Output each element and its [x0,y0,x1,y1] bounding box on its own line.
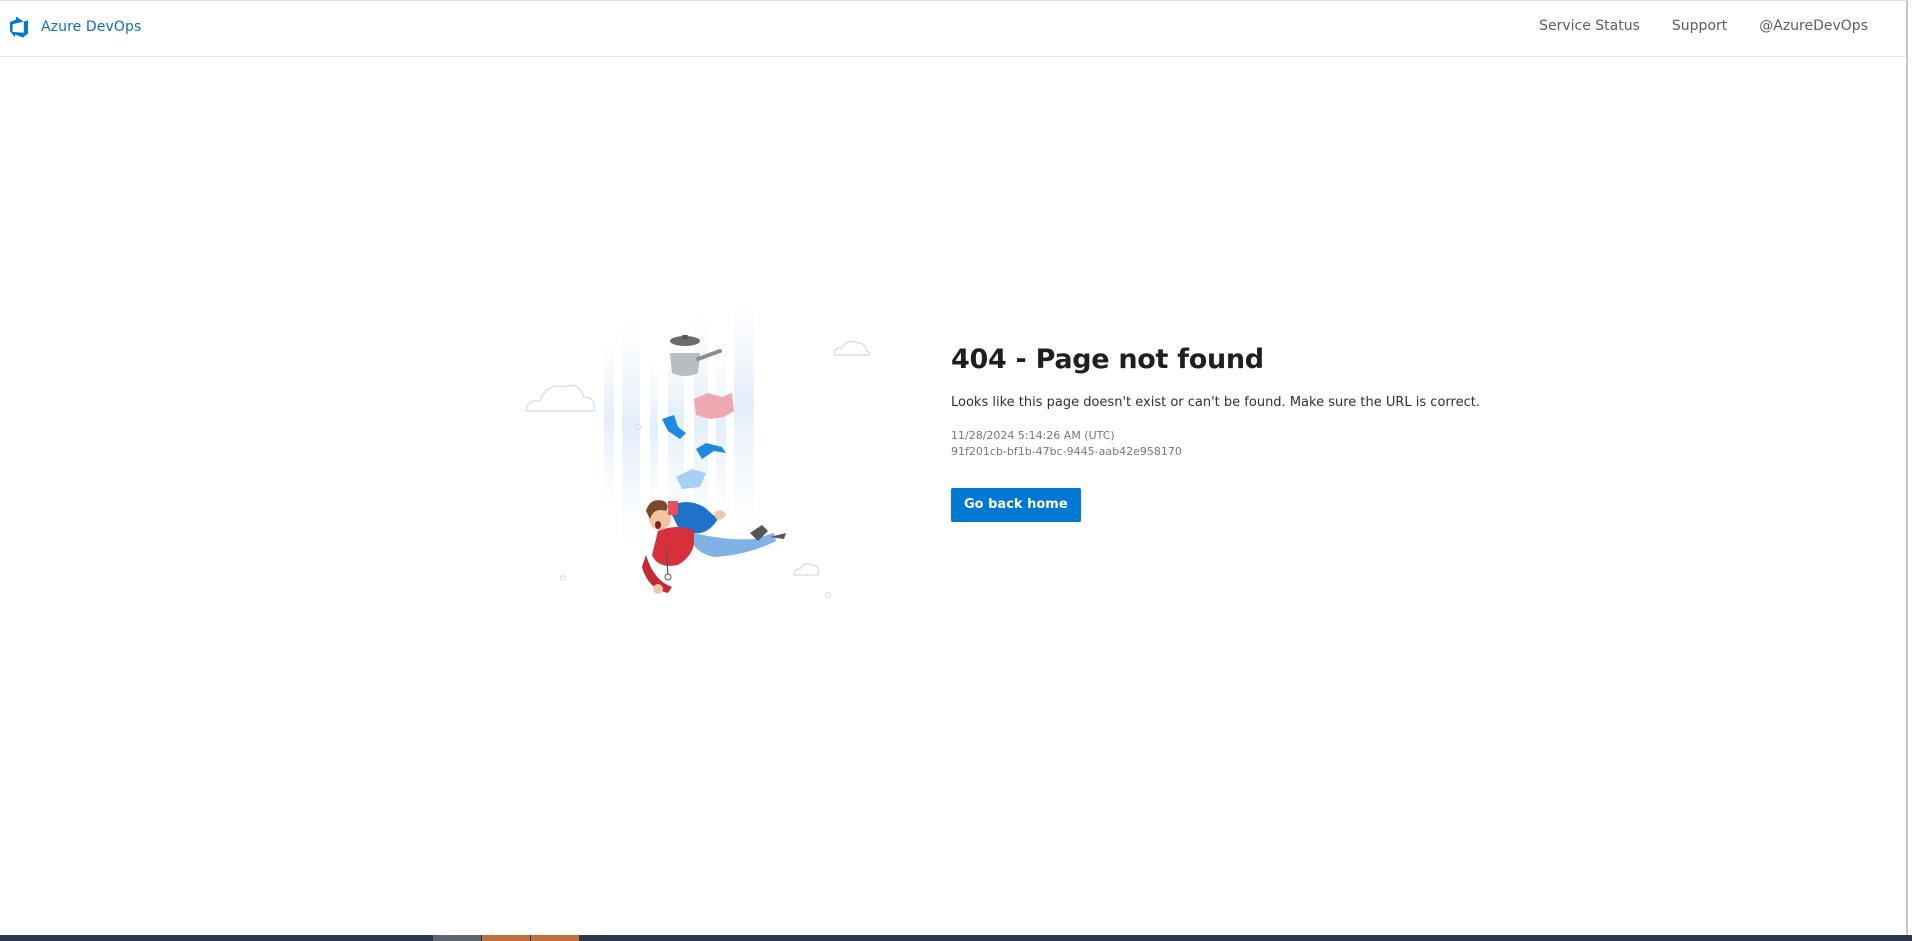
go-back-home-button[interactable]: Go back home [951,488,1081,522]
brand-link[interactable]: Azure DevOps [9,16,141,38]
activity-id: 91f201cb-bf1b-47bc-9445-aab42e958170 [951,445,1182,458]
error-content: 404 - Page not found Looks like this pag… [951,344,1511,522]
azure-devops-logo-icon [10,16,28,38]
taskbar-segment [433,935,481,941]
page-title: 404 - Page not found [951,344,1264,375]
service-status-link[interactable]: Service Status [1539,18,1640,34]
taskbar-segment [482,935,530,941]
brand-name: Azure DevOps [41,19,142,35]
error-details: 11/28/2024 5:14:26 AM (UTC) 91f201cb-bf1… [951,428,1511,460]
error-message: Looks like this page doesn't exist or ca… [951,395,1480,410]
falling-man-illustration [525,301,871,598]
taskbar-segment [531,935,579,941]
header-nav: Service Status Support @AzureDevOps [1539,18,1868,34]
top-bar: Azure DevOps Service Status Support @Azu… [0,1,1906,57]
twitter-link[interactable]: @AzureDevOps [1759,18,1868,34]
error-timestamp: 11/28/2024 5:14:26 AM (UTC) [951,429,1115,442]
support-link[interactable]: Support [1672,18,1727,34]
page: Azure DevOps Service Status Support @Azu… [0,0,1908,935]
taskbar-strip [0,935,1912,941]
